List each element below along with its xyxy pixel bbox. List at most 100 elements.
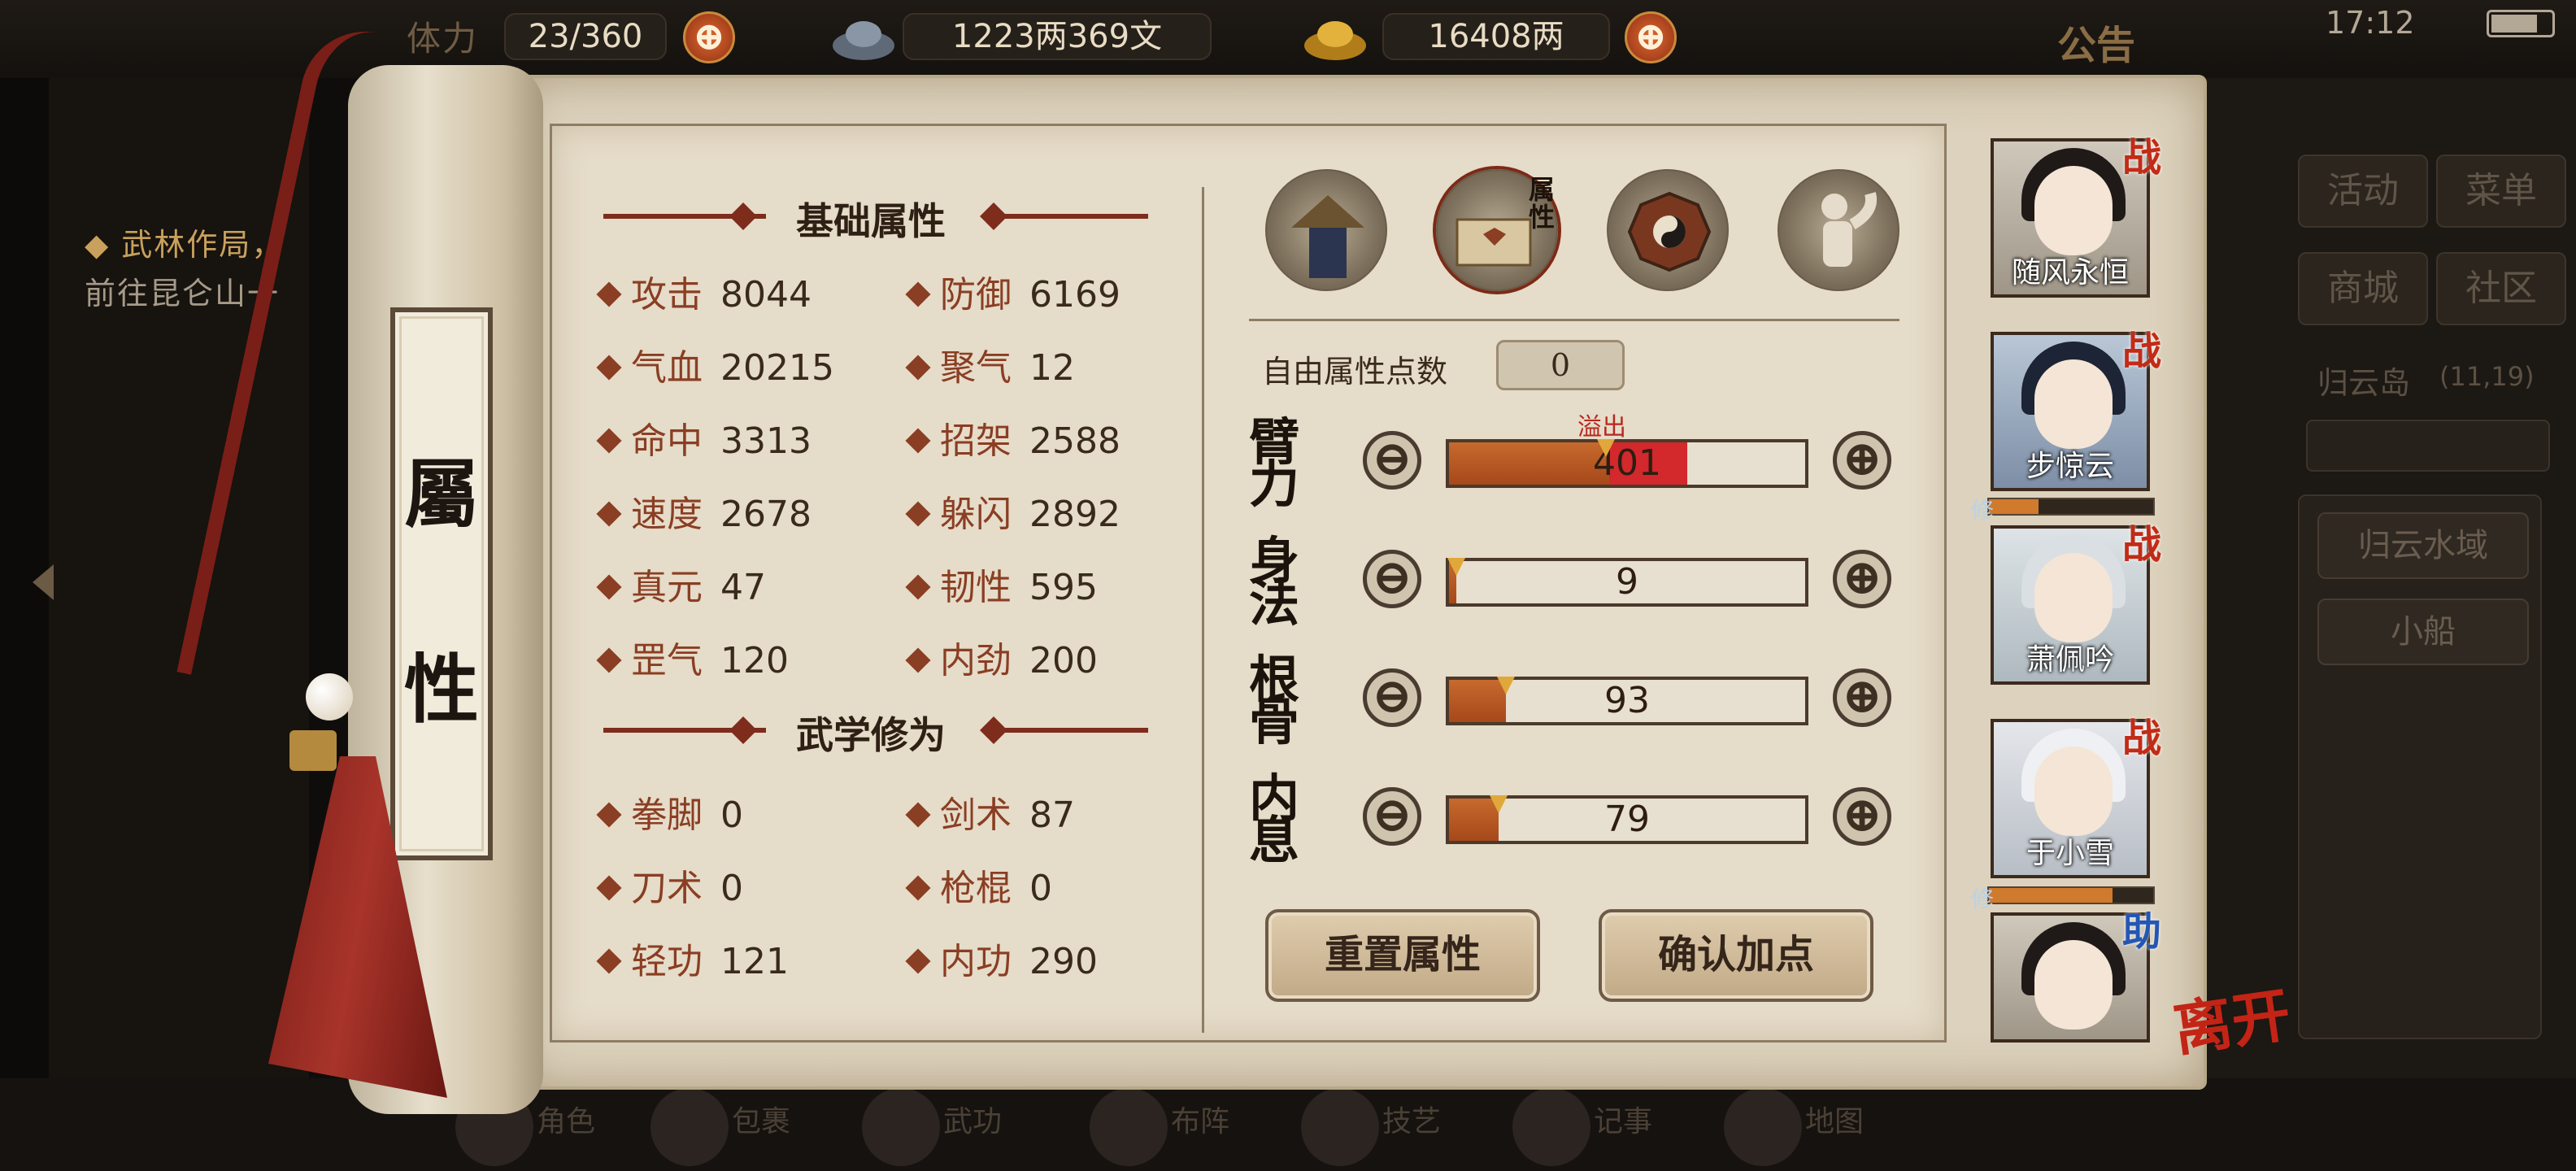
strength-value: 401 [1593,442,1661,484]
gold-value: 16408两 [1382,13,1610,60]
cultivation-icon: 修 [1971,497,1995,524]
activity-button[interactable]: 活动 [2298,155,2428,228]
attribute-tab-label: 属性 [1529,174,1556,233]
inner-breath-minus-button[interactable]: ⊖ [1363,787,1421,846]
strength-plus-button[interactable]: ⊕ [1833,431,1891,490]
nav-role-label: 角色 [537,1105,596,1138]
stat-spear: 枪棍 0 [905,859,1052,911]
scroll-title-char-2: 性 [403,646,479,734]
battle-badge: 战 [2121,329,2161,374]
stat-gang-qi: 罡气 120 [596,631,789,683]
party-member-2-exp-bar [1987,498,2155,516]
character-tab[interactable] [1265,169,1387,291]
stat-hp: 气血 20215 [596,338,834,390]
map-icon [1724,1088,1802,1166]
agility-minus-button[interactable]: ⊖ [1363,550,1421,608]
martial-heading: 武学修为 [796,713,946,757]
heading-ornament [986,728,1148,733]
stat-sword: 剑术 87 [905,786,1075,838]
constitution-minus-button[interactable]: ⊖ [1363,668,1421,727]
nav-bag[interactable]: 包裹 [651,1082,813,1171]
assist-badge: 助 [2121,909,2161,955]
add-stamina-button[interactable]: ⊕ [683,11,735,63]
pot-icon [1301,1088,1379,1166]
stat-toughness: 韧性 595 [905,558,1098,610]
community-button[interactable]: 社区 [2436,252,2566,325]
journal-icon [1512,1088,1590,1166]
stat-accuracy: 命中 3313 [596,411,812,464]
collapse-arrow-icon[interactable] [33,564,54,600]
nav-journal-label: 记事 [1594,1105,1653,1138]
overflow-label: 溢出 [1577,413,1626,442]
destination-water-button[interactable]: 归云水域 [2317,512,2529,579]
attribute-tab[interactable]: 属性 [1436,169,1558,291]
inner-breath-marker [1490,795,1508,813]
destination-boat-button[interactable]: 小船 [2317,599,2529,665]
reset-attributes-button[interactable]: 重置属性 [1265,909,1540,1002]
quest-line-2[interactable]: 前往昆仑山一 [85,268,280,313]
nav-bag-label: 包裹 [732,1105,791,1138]
add-gold-button[interactable]: ⊕ [1625,11,1677,63]
party-member-4-exp-bar [1987,886,2155,904]
stat-inner-kungfu: 内功 290 [905,932,1098,984]
stat-attack: 攻击 8044 [596,265,812,317]
attr-agility-name: 身法 [1249,531,1300,633]
stat-dodge: 躲闪 2892 [905,485,1120,537]
location-name: 归云岛 [2317,365,2411,401]
notice-button[interactable]: 公告 [2057,13,2135,70]
section-divider [1202,187,1204,1033]
constitution-plus-button[interactable]: ⊕ [1833,668,1891,727]
battery-icon [2487,10,2555,37]
agility-plus-button[interactable]: ⊕ [1833,550,1891,608]
stat-lightness: 轻功 121 [596,932,789,984]
nav-journal[interactable]: 记事 [1512,1082,1675,1171]
nav-kungfu[interactable]: 武功 [862,1082,1025,1171]
nav-formation-label: 布阵 [1171,1105,1230,1138]
stamina-value: 23/360 [504,13,667,60]
bagua-icon [1627,191,1712,272]
menu-button[interactable]: 菜单 [2436,155,2566,228]
strength-bar: 401 [1446,439,1808,488]
attr-strength-name: 臂力 [1249,412,1300,514]
battle-badge: 战 [2121,522,2161,568]
shop-button[interactable]: 商城 [2298,252,2428,325]
minimap-strip[interactable] [2306,420,2550,472]
nav-map-label: 地图 [1805,1105,1865,1138]
nav-formation[interactable]: 布阵 [1090,1082,1252,1171]
cultivation-icon: 修 [1971,886,1995,912]
agility-marker [1447,558,1465,576]
nav-skill[interactable]: 技艺 [1301,1082,1464,1171]
agility-value: 9 [1616,561,1638,603]
free-points-value: 0 [1496,340,1625,390]
confirm-points-button[interactable]: 确认加点 [1599,909,1873,1002]
leave-button[interactable]: 离开 [2167,966,2295,1067]
battle-badge: 战 [2121,716,2161,761]
swordsman-icon [1291,195,1364,278]
money-value: 1223两369文 [903,13,1212,60]
strength-minus-button[interactable]: ⊖ [1363,431,1421,490]
stat-qi-gather: 聚气 12 [905,338,1075,390]
attr-inner-breath-name: 内息 [1249,768,1300,870]
meridian-tab[interactable] [1778,169,1899,291]
bagua-icon [1090,1088,1168,1166]
book-icon [862,1088,940,1166]
quest-line-1[interactable]: ◆ 武林作局， [85,220,284,264]
muscle-body-icon [1821,192,1877,267]
stat-fist: 拳脚 0 [596,786,743,838]
attr-constitution-name: 根骨 [1249,650,1300,751]
tab-divider [1249,319,1899,321]
location-coords: (11,19) [2439,361,2535,392]
silver-ingot-icon [829,10,898,67]
clock: 17:12 [2326,5,2415,41]
tassel-ring [289,730,337,771]
inner-breath-plus-button[interactable]: ⊕ [1833,787,1891,846]
tassel-bead [306,673,353,720]
basic-attributes-heading: 基础属性 [796,199,946,243]
constitution-marker [1497,677,1516,694]
bagua-tab[interactable] [1607,169,1729,291]
bag-icon [651,1088,729,1166]
stat-parry: 招架 2588 [905,411,1120,464]
stat-defense: 防御 6169 [905,265,1120,317]
strength-marker [1597,439,1616,457]
nav-map[interactable]: 地图 [1724,1082,1886,1171]
